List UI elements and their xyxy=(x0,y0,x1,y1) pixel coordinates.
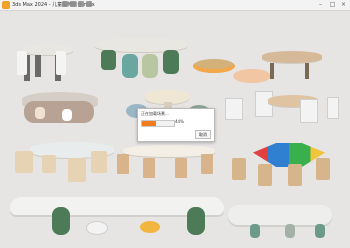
table-leg xyxy=(270,63,274,79)
undo-icon[interactable] xyxy=(78,1,84,7)
chair xyxy=(117,154,129,174)
save-icon[interactable] xyxy=(70,1,76,7)
dialog-title: 正在加载场景... xyxy=(141,111,169,116)
chair xyxy=(15,151,33,173)
loading-dialog: 正在加载场景... 44% 取消 xyxy=(137,108,215,142)
chair xyxy=(187,207,205,235)
chair xyxy=(62,109,72,121)
chair xyxy=(68,158,86,182)
progress-fill xyxy=(142,121,157,126)
redo-icon[interactable] xyxy=(86,1,92,7)
table-leg xyxy=(35,55,41,77)
progress-percent: 44% xyxy=(175,119,184,124)
chair xyxy=(122,54,138,78)
app-icon xyxy=(2,1,10,9)
chair xyxy=(225,98,243,120)
chair xyxy=(143,158,155,178)
chair xyxy=(258,164,272,186)
chair xyxy=(175,158,187,178)
stool xyxy=(250,224,260,238)
progress-bar xyxy=(141,120,175,127)
stool xyxy=(193,59,235,73)
chair xyxy=(56,51,66,75)
app-window: 3ds Max 2024 - 儿童桌椅组合.max – □ × 正在加载场景..… xyxy=(0,0,350,248)
chair xyxy=(101,50,116,70)
stool xyxy=(285,224,295,238)
maximize-button[interactable]: □ xyxy=(327,0,338,10)
stool xyxy=(86,221,108,235)
chair xyxy=(17,51,27,75)
cancel-button[interactable]: 取消 xyxy=(195,130,211,139)
minimize-button[interactable]: – xyxy=(315,0,326,10)
chair xyxy=(52,207,70,235)
chair xyxy=(35,107,45,119)
open-file-icon[interactable] xyxy=(62,1,68,7)
chair xyxy=(91,151,107,173)
chair xyxy=(42,155,56,173)
chair xyxy=(201,154,213,174)
stool xyxy=(233,69,271,83)
close-button[interactable]: × xyxy=(338,0,349,10)
toolbar-icons xyxy=(62,1,92,7)
chair xyxy=(288,164,302,186)
stool xyxy=(315,224,325,238)
chair xyxy=(232,158,246,180)
chair xyxy=(142,54,158,78)
chair xyxy=(300,99,318,123)
wood-table xyxy=(262,51,322,63)
long-rounded-table xyxy=(228,205,332,225)
chair xyxy=(316,158,330,180)
stool xyxy=(140,221,160,233)
table-leg xyxy=(305,63,309,79)
chair xyxy=(163,50,179,74)
chair xyxy=(327,97,339,119)
title-bar: 3ds Max 2024 - 儿童桌椅组合.max – □ × xyxy=(0,0,350,11)
